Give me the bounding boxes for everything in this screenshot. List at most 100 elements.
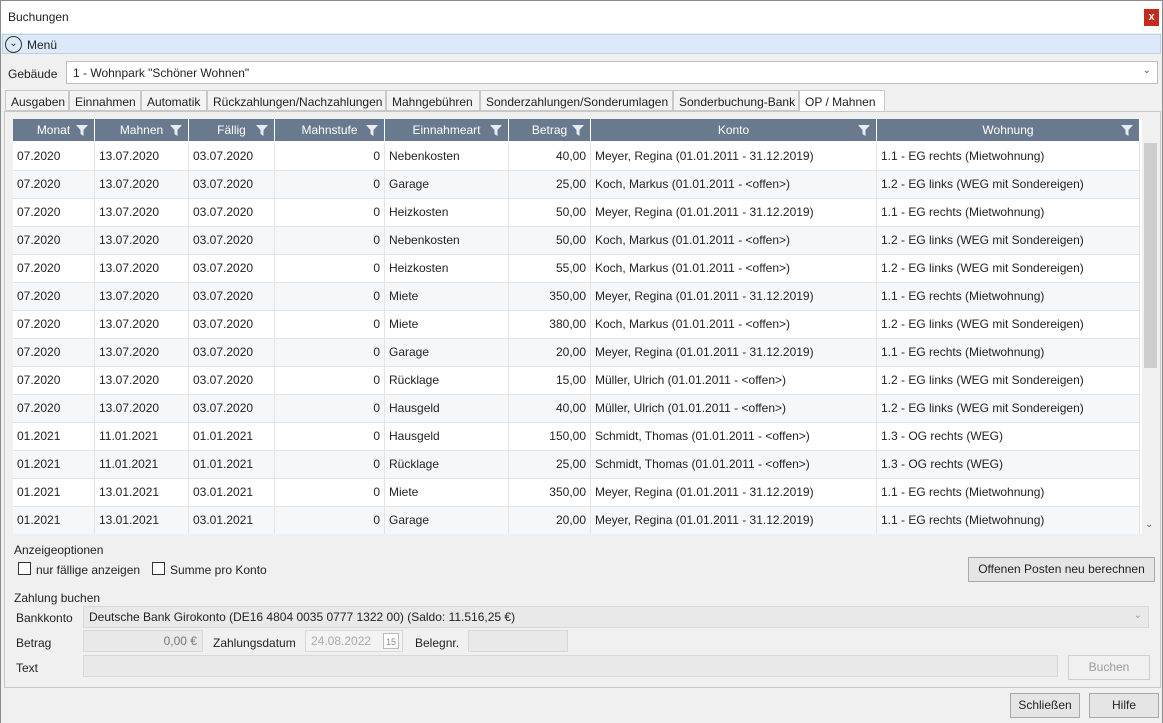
filter-icon[interactable] <box>572 125 584 136</box>
calendar-icon[interactable]: 15 <box>383 633 399 649</box>
scrollbar-thumb[interactable] <box>1144 143 1157 368</box>
cell-faellig: 03.07.2020 <box>189 367 275 395</box>
table-row[interactable]: 01.2021 11.01.2021 01.01.2021 0 Rücklage 25,0… <box>13 451 1140 479</box>
tab-sonderzahlungen[interactable]: Sonderzahlungen/Sonderumlagen <box>480 90 673 111</box>
chevron-down-icon[interactable]: ⌄ <box>1145 519 1153 530</box>
tab-mahngebuehren[interactable]: Mahngebühren <box>386 90 480 111</box>
hilfe-button[interactable]: Hilfe <box>1089 693 1159 718</box>
table-row[interactable]: 07.2020 13.07.2020 03.07.2020 0 Heizkosten 50… <box>13 199 1140 227</box>
buchen-button[interactable]: Buchen <box>1068 655 1150 680</box>
cell-faellig: 03.07.2020 <box>189 339 275 367</box>
tab-rueckzahlungen[interactable]: Rückzahlungen/Nachzahlungen <box>207 90 386 111</box>
filter-icon[interactable] <box>76 125 88 136</box>
cell-betrag: 15,00 <box>509 367 591 395</box>
cell-betrag: 40,00 <box>509 395 591 423</box>
vertical-scrollbar[interactable]: ⌄ <box>1142 119 1159 534</box>
cell-betrag: 350,00 <box>509 479 591 507</box>
table-row[interactable]: 07.2020 13.07.2020 03.07.2020 0 Rücklage 15,0… <box>13 367 1140 395</box>
menu-bar[interactable]: ⌄ Menü <box>2 34 1161 54</box>
cell-mahnstufe: 0 <box>275 395 385 423</box>
column-header-label: Mahnen <box>119 123 164 137</box>
cell-faellig: 03.07.2020 <box>189 199 275 227</box>
tab-ausgaben[interactable]: Ausgaben <box>5 90 69 111</box>
tab-op-mahnen[interactable]: OP / Mahnen <box>799 90 885 112</box>
table-row[interactable]: 07.2020 13.07.2020 03.07.2020 0 Miete 350,00 M… <box>13 283 1140 311</box>
column-header-wohnung[interactable]: Wohnung <box>877 119 1140 142</box>
cell-faellig: 01.01.2021 <box>189 423 275 451</box>
filter-icon[interactable] <box>1121 125 1133 136</box>
title-bar: Buchungen x <box>1 1 1162 33</box>
cell-mahnen: 13.07.2020 <box>95 283 189 311</box>
betrag-input[interactable]: 0,00 € <box>83 630 203 652</box>
chevron-down-icon[interactable]: ⌄ <box>1134 610 1142 621</box>
cell-betrag: 350,00 <box>509 283 591 311</box>
cell-monat: 07.2020 <box>13 143 95 171</box>
grid-header: Monat Mahnen Fällig Mahnstufe Einnahmeart Bet… <box>13 119 1140 142</box>
table-row[interactable]: 07.2020 13.07.2020 03.07.2020 0 Nebenkosten 4… <box>13 143 1140 171</box>
cell-betrag: 50,00 <box>509 199 591 227</box>
tab-sonderbuchung-bank[interactable]: Sonderbuchung-Bank <box>673 90 799 111</box>
cell-einnahmeart: Nebenkosten <box>385 227 509 255</box>
table-row[interactable]: 07.2020 13.07.2020 03.07.2020 0 Garage 20,00 M… <box>13 339 1140 367</box>
column-header-einnahmeart[interactable]: Einnahmeart <box>385 119 509 142</box>
cell-wohnung: 1.2 - EG links (WEG mit Sondereigen) <box>877 255 1140 283</box>
table-row[interactable]: 01.2021 11.01.2021 01.01.2021 0 Hausgeld 150,… <box>13 423 1140 451</box>
table-row[interactable]: 01.2021 13.01.2021 03.01.2021 0 Garage 20,00 M… <box>13 507 1140 534</box>
table-row[interactable]: 07.2020 13.07.2020 03.07.2020 0 Miete 380,00 K… <box>13 311 1140 339</box>
gebaeude-label: Gebäude <box>8 67 58 81</box>
summe-pro-konto-label[interactable]: Summe pro Konto <box>170 563 267 577</box>
cell-wohnung: 1.1 - EG rechts (Mietwohnung) <box>877 507 1140 534</box>
cell-konto: Müller, Ulrich (01.01.2011 - <offen>) <box>591 395 877 423</box>
table-row[interactable]: 01.2021 13.01.2021 03.01.2021 0 Miete 350,00 M… <box>13 479 1140 507</box>
filter-icon[interactable] <box>490 125 502 136</box>
filter-icon[interactable] <box>256 125 268 136</box>
nur-faellige-label[interactable]: nur fällige anzeigen <box>36 563 140 577</box>
cell-wohnung: 1.1 - EG rechts (Mietwohnung) <box>877 283 1140 311</box>
cell-betrag: 50,00 <box>509 227 591 255</box>
cell-einnahmeart: Miete <box>385 311 509 339</box>
column-header-mahnen[interactable]: Mahnen <box>95 119 189 142</box>
schliessen-button[interactable]: Schließen <box>1010 693 1080 718</box>
cell-faellig: 03.07.2020 <box>189 311 275 339</box>
table-row[interactable]: 07.2020 13.07.2020 03.07.2020 0 Garage 25,00 K… <box>13 171 1140 199</box>
text-input[interactable] <box>83 655 1058 677</box>
cell-konto: Schmidt, Thomas (01.01.2011 - <offen>) <box>591 451 877 479</box>
filter-icon[interactable] <box>170 125 182 136</box>
cell-einnahmeart: Garage <box>385 339 509 367</box>
tab-automatik[interactable]: Automatik <box>141 90 207 111</box>
column-header-monat[interactable]: Monat <box>13 119 95 142</box>
cell-einnahmeart: Hausgeld <box>385 395 509 423</box>
recalc-button[interactable]: Offenen Posten neu berechnen <box>968 557 1155 582</box>
cell-mahnen: 13.07.2020 <box>95 171 189 199</box>
belegnr-input[interactable] <box>468 630 568 652</box>
chevron-down-icon[interactable]: ⌄ <box>1143 65 1151 76</box>
cell-wohnung: 1.1 - EG rechts (Mietwohnung) <box>877 143 1140 171</box>
cell-mahnen: 13.01.2021 <box>95 479 189 507</box>
summe-pro-konto-checkbox[interactable] <box>152 562 165 575</box>
nur-faellige-checkbox[interactable] <box>18 562 31 575</box>
chevron-down-icon[interactable]: ⌄ <box>5 36 22 53</box>
column-header-faellig[interactable]: Fällig <box>189 119 275 142</box>
filter-icon[interactable] <box>858 125 870 136</box>
cell-betrag: 150,00 <box>509 423 591 451</box>
cell-mahnstufe: 0 <box>275 423 385 451</box>
tab-einnahmen[interactable]: Einnahmen <box>69 90 141 111</box>
table-row[interactable]: 07.2020 13.07.2020 03.07.2020 0 Hausgeld 40,0… <box>13 395 1140 423</box>
gebaeude-select[interactable]: 1 - Wohnpark "Schöner Wohnen" ⌄ <box>66 61 1158 84</box>
column-header-konto[interactable]: Konto <box>591 119 877 142</box>
filter-icon[interactable] <box>366 125 378 136</box>
cell-monat: 07.2020 <box>13 283 95 311</box>
column-header-betrag[interactable]: Betrag <box>509 119 591 142</box>
menu-label[interactable]: Menü <box>27 38 57 52</box>
gebaeude-value: 1 - Wohnpark "Schöner Wohnen" <box>73 66 250 80</box>
table-row[interactable]: 07.2020 13.07.2020 03.07.2020 0 Nebenkosten 5… <box>13 227 1140 255</box>
column-header-mahnstufe[interactable]: Mahnstufe <box>275 119 385 142</box>
cell-konto: Meyer, Regina (01.01.2011 - 31.12.2019) <box>591 199 877 227</box>
bankkonto-select[interactable]: Deutsche Bank Girokonto (DE16 4804 0035 … <box>83 606 1149 628</box>
close-window-button[interactable]: x <box>1144 9 1159 26</box>
cell-wohnung: 1.3 - OG rechts (WEG) <box>877 423 1140 451</box>
zahlungsdatum-input[interactable]: 24.08.2022 15 <box>305 630 403 652</box>
cell-faellig: 01.01.2021 <box>189 451 275 479</box>
cell-wohnung: 1.1 - EG rechts (Mietwohnung) <box>877 339 1140 367</box>
table-row[interactable]: 07.2020 13.07.2020 03.07.2020 0 Heizkosten 55… <box>13 255 1140 283</box>
